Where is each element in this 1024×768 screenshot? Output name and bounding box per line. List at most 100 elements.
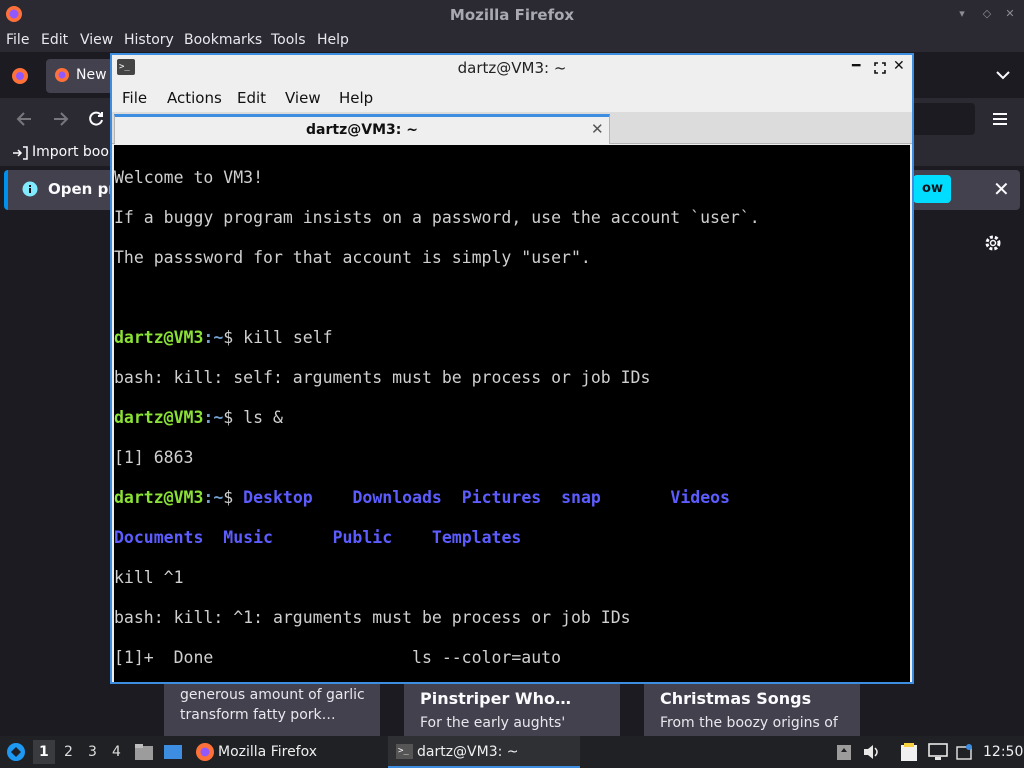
taskbar-terminal[interactable]: >_ dartz@VM3: ~ (388, 736, 580, 768)
firefox-view-icon[interactable] (11, 67, 29, 85)
maximize-icon[interactable]: ◇ (980, 7, 994, 21)
prompt-symbol: $ (223, 488, 244, 507)
dir-entry: Videos (670, 488, 730, 507)
terminal-prompt-line: dartz@VM3:~$ Desktop Downloads Pictures … (114, 488, 760, 508)
terminal-line: If a buggy program insists on a password… (114, 208, 760, 227)
terminal-tab[interactable]: dartz@VM3: ~ ✕ (114, 114, 610, 144)
firefox-titlebar: Mozilla Firefox ▾ ◇ ✕ (0, 0, 1024, 30)
hamburger-menu-icon[interactable] (992, 112, 1008, 126)
volume-icon[interactable] (863, 744, 881, 760)
terminal-prompt-line: dartz@VM3:~$ ls & (114, 408, 760, 428)
notes-icon[interactable] (900, 742, 918, 762)
prompt-path: :~ (203, 408, 224, 427)
terminal-menubar: File Actions Edit View Help (112, 82, 912, 112)
firefox-tab-icon (55, 68, 69, 82)
forward-icon[interactable] (52, 111, 70, 127)
close-icon[interactable]: ✕ (993, 177, 1010, 201)
workspace-2[interactable]: 2 (64, 744, 73, 760)
chevron-down-icon[interactable] (996, 70, 1010, 80)
menu-view[interactable]: View (80, 32, 113, 48)
close-icon[interactable]: ✕ (893, 58, 905, 74)
dir-entry: Templates (431, 528, 522, 547)
close-icon[interactable]: ✕ (1003, 7, 1017, 21)
card-line1: generous amount of garlic (180, 687, 365, 703)
taskbar: 1 2 3 4 Mozilla Firefox >_ dartz@VM3: ~ … (0, 736, 1024, 768)
workspace-1[interactable]: 1 (39, 744, 49, 760)
network-icon[interactable] (928, 743, 948, 761)
story-card[interactable]: Pinstriper Who… For the early aughts' (404, 683, 620, 736)
menu-bookmarks[interactable]: Bookmarks (184, 32, 262, 48)
taskbar-firefox[interactable]: Mozilla Firefox (190, 736, 380, 768)
firefox-menubar: File Edit View History Bookmarks Tools H… (0, 30, 1024, 52)
workspace-4[interactable]: 4 (112, 744, 121, 760)
terminal-tabbar: dartz@VM3: ~ ✕ (112, 112, 912, 144)
prompt-user: dartz@VM3 (114, 408, 204, 427)
terminal-window[interactable]: >_ dartz@VM3: ~ ━ ✕ File Actions Edit Vi… (110, 53, 914, 684)
close-tab-icon[interactable]: ✕ (591, 120, 604, 138)
card-title: Christmas Songs (660, 689, 812, 708)
menu-edit[interactable]: Edit (41, 32, 68, 48)
terminal-prompt-line: dartz@VM3:~$ kill self (114, 328, 760, 348)
term-menu-edit[interactable]: Edit (237, 89, 266, 107)
notification-action-button[interactable]: ow (913, 175, 951, 203)
firefox-icon (196, 743, 214, 761)
menu-help[interactable]: Help (317, 32, 349, 48)
maximize-icon[interactable] (874, 62, 886, 74)
show-desktop-icon[interactable] (163, 744, 183, 760)
menu-tools[interactable]: Tools (271, 32, 306, 48)
terminal-titlebar[interactable]: >_ dartz@VM3: ~ ━ ✕ (112, 55, 912, 82)
screenshot-icon[interactable] (956, 744, 972, 760)
url-bar[interactable] (905, 103, 975, 135)
terminal-line: bash: kill: self: arguments must be proc… (114, 368, 651, 387)
back-icon[interactable] (15, 111, 33, 127)
file-manager-icon[interactable] (134, 743, 154, 761)
dir-entry: snap (561, 488, 601, 507)
firefox-window-title: Mozilla Firefox (449, 6, 575, 24)
dir-entry: Desktop (243, 488, 313, 507)
prompt-symbol: $ (223, 408, 244, 427)
import-bookmarks-link[interactable]: Import book (32, 144, 117, 160)
prompt-path: :~ (203, 488, 224, 507)
terminal-line: Welcome to VM3! (114, 168, 264, 187)
card-line1: For the early aughts' (420, 715, 566, 731)
import-icon (13, 146, 28, 160)
taskbar-firefox-label: Mozilla Firefox (218, 744, 318, 760)
dir-entry: Downloads (352, 488, 442, 507)
clipboard-icon[interactable] (836, 743, 852, 761)
dir-entry: Music (223, 528, 273, 547)
terminal-line: bash: kill: ^1: arguments must be proces… (114, 608, 631, 627)
terminal-line: [1] 6863 (114, 448, 194, 467)
start-menu-icon[interactable] (6, 742, 26, 762)
terminal-output[interactable]: Welcome to VM3! If a buggy program insis… (114, 145, 910, 682)
minimize-icon[interactable]: ▾ (955, 7, 969, 21)
minimize-icon[interactable]: ━ (852, 58, 860, 74)
card-line2: transform fatty pork… (180, 707, 336, 723)
workspace-3[interactable]: 3 (88, 744, 97, 760)
prompt-symbol: $ (223, 328, 244, 347)
term-menu-file[interactable]: File (122, 89, 147, 107)
command-text: ls & (243, 408, 283, 427)
terminal-line: Documents Music Public Templates (114, 528, 760, 548)
taskbar-terminal-label: dartz@VM3: ~ (417, 744, 519, 760)
reload-icon[interactable] (88, 111, 104, 127)
menu-history[interactable]: History (124, 32, 174, 48)
dir-entry: Documents (114, 528, 204, 547)
term-menu-view[interactable]: View (285, 89, 321, 107)
terminal-line: The passsword for that account is simply… (114, 248, 591, 267)
terminal-tab-title: dartz@VM3: ~ (306, 122, 418, 138)
terminal-icon: >_ (396, 744, 413, 759)
story-card[interactable]: generous amount of garlic transform fatt… (164, 683, 380, 736)
term-menu-actions[interactable]: Actions (167, 89, 222, 107)
card-title: Pinstriper Who… (420, 689, 571, 708)
terminal-line: [1]+ Done ls --color=auto (114, 648, 562, 667)
dir-entry: Public (332, 528, 393, 547)
term-menu-help[interactable]: Help (339, 89, 373, 107)
terminal-line: kill ^1 (114, 568, 184, 587)
info-icon (22, 181, 38, 197)
prompt-user: dartz@VM3 (114, 488, 204, 507)
menu-file[interactable]: File (6, 32, 29, 48)
prompt-user: dartz@VM3 (114, 328, 204, 347)
gear-icon[interactable] (984, 234, 1002, 252)
story-card[interactable]: Christmas Songs From the boozy origins o… (644, 683, 860, 736)
